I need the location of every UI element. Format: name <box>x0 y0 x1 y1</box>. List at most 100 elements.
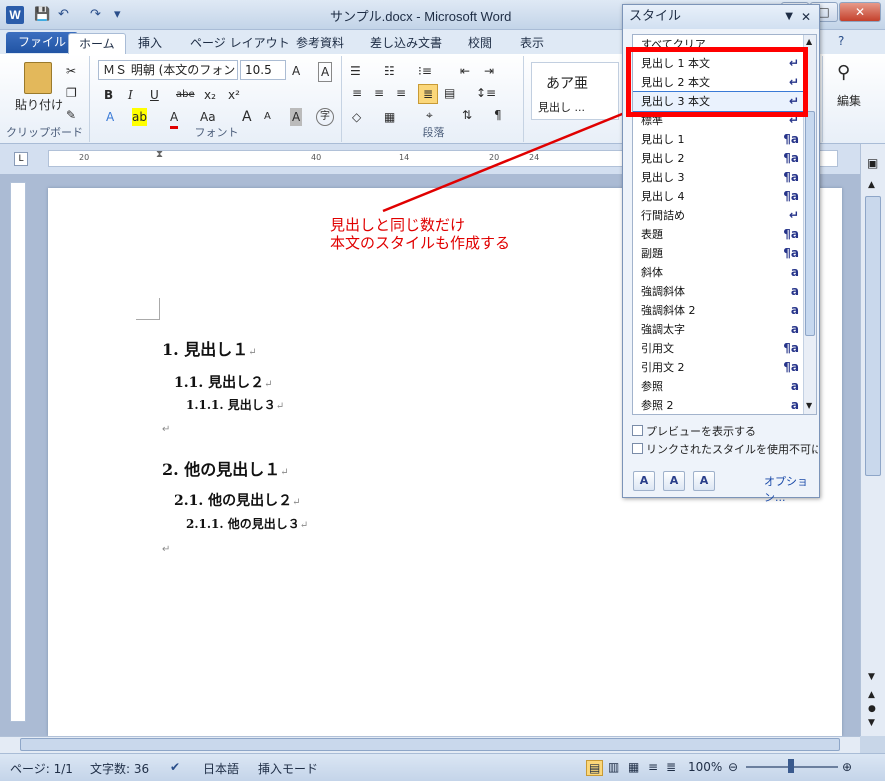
undo-icon[interactable]: ↶ <box>58 6 69 24</box>
tab-references[interactable]: 参考資料 <box>286 33 354 54</box>
style-item[interactable]: 強調太字 a <box>633 320 805 339</box>
style-item[interactable]: 行間詰め ↵ <box>633 206 805 225</box>
bullets-icon[interactable]: ☰ <box>350 62 361 80</box>
zoom-out-icon[interactable]: ⊖ <box>728 760 738 774</box>
word-app-icon[interactable]: W <box>6 6 24 24</box>
tab-selector-icon[interactable]: L <box>14 152 28 166</box>
subscript-button[interactable]: x₂ <box>204 86 216 104</box>
heading-2a[interactable]: 1.1. 見出し２↵ <box>174 372 273 392</box>
font-size-combo[interactable]: 10.5 <box>240 60 286 80</box>
style-item[interactable]: 副題 ¶a <box>633 244 805 263</box>
language[interactable]: 日本語 <box>203 760 239 777</box>
paste-button[interactable]: 貼り付け <box>14 96 64 114</box>
style-item[interactable]: 見出し 1 ¶a <box>633 130 805 149</box>
tab-mailings[interactable]: 差し込み文書 <box>360 33 452 54</box>
find-binoculars-icon[interactable]: ⚲ <box>837 64 850 82</box>
style-item[interactable]: 強調斜体 2 a <box>633 301 805 320</box>
disable-linked-checkbox[interactable]: リンクされたスタイルを使用不可にする <box>632 443 818 457</box>
scroll-thumb[interactable] <box>865 196 881 476</box>
copy-icon[interactable]: ❐ <box>66 84 77 102</box>
zoom-level[interactable]: 100% <box>688 760 722 774</box>
vertical-scrollbar[interactable]: ▣ ▲ ▼ ▲ ● ▼ <box>860 144 885 736</box>
print-layout-icon[interactable]: ▤ <box>586 760 604 776</box>
underline-button[interactable]: U <box>150 86 159 104</box>
checkbox-icon[interactable] <box>632 443 643 454</box>
h-scroll-thumb[interactable] <box>20 738 840 751</box>
redo-icon[interactable]: ↷ <box>90 6 101 24</box>
italic-button[interactable]: I <box>128 86 133 104</box>
style-inspector-icon[interactable]: A <box>663 471 685 491</box>
bold-button[interactable]: B <box>104 86 113 104</box>
strikethrough-button[interactable]: abe <box>176 86 195 104</box>
justify-icon[interactable]: ≣ <box>418 84 438 104</box>
heading-3a[interactable]: 1.1.1. 見出し３↵ <box>186 396 284 413</box>
increase-indent-icon[interactable]: ⇥ <box>484 62 494 80</box>
heading-3b[interactable]: 2.1.1. 他の見出し３↵ <box>186 515 308 532</box>
show-preview-checkbox[interactable]: プレビューを表示する <box>632 425 756 439</box>
asian-layout-icon[interactable]: ⌖ <box>426 106 433 124</box>
word-count[interactable]: 文字数: 36 <box>90 760 149 777</box>
prev-page-icon[interactable]: ▲ <box>868 690 875 700</box>
page-count[interactable]: ページ: 1/1 <box>10 760 73 777</box>
pane-menu-icon[interactable]: ▼ <box>785 5 793 29</box>
line-spacing-icon[interactable]: ↕≡ <box>476 84 496 102</box>
style-item[interactable]: 強調斜体 a <box>633 282 805 301</box>
style-item[interactable]: 参照 a <box>633 377 805 396</box>
clear-format-icon[interactable]: A <box>318 62 333 82</box>
zoom-slider-thumb[interactable] <box>788 759 794 773</box>
style-item[interactable]: 参照 2 a <box>633 396 805 414</box>
proofing-icon[interactable]: ✔ <box>170 760 180 774</box>
superscript-button[interactable]: x² <box>228 86 240 104</box>
distributed-icon[interactable]: ▤ <box>444 84 455 102</box>
heading-1b[interactable]: 2. 他の見出し１↵ <box>162 456 289 480</box>
horizontal-scrollbar[interactable] <box>0 736 860 753</box>
grow-font-icon[interactable]: A <box>292 62 300 80</box>
editing-button[interactable]: 編集 <box>827 92 871 110</box>
draft-icon[interactable]: ≣ <box>666 760 676 774</box>
indent-marker-icon[interactable]: ⧗ <box>156 149 163 160</box>
quick-style-gallery[interactable]: あア亜 見出し ... <box>531 62 619 120</box>
styles-list-scroll-thumb[interactable] <box>805 111 815 336</box>
multilevel-list-icon[interactable]: ⁝≡ <box>418 62 432 80</box>
list-scroll-down-icon[interactable]: ▼ <box>806 401 812 410</box>
heading-1a[interactable]: 1. 見出し１↵ <box>162 336 257 360</box>
insert-mode[interactable]: 挿入モード <box>258 760 318 777</box>
style-item[interactable]: 見出し 3 ¶a <box>633 168 805 187</box>
full-screen-icon[interactable]: ▥ <box>608 760 619 774</box>
ruler-toggle-icon[interactable]: ▣ <box>867 156 878 170</box>
scroll-down-icon[interactable]: ▼ <box>868 672 875 682</box>
show-marks-icon[interactable]: ¶ <box>494 106 502 124</box>
paste-icon[interactable] <box>24 62 52 94</box>
close-button[interactable]: ✕ <box>839 2 881 22</box>
numbering-icon[interactable]: ☷ <box>384 62 395 80</box>
scroll-up-icon[interactable]: ▲ <box>868 180 875 190</box>
tab-review[interactable]: 校閲 <box>458 33 502 54</box>
style-item[interactable]: 引用文 ¶a <box>633 339 805 358</box>
style-item[interactable]: 見出し 4 ¶a <box>633 187 805 206</box>
decrease-indent-icon[interactable]: ⇤ <box>460 62 470 80</box>
format-painter-icon[interactable]: ✎ <box>66 106 76 124</box>
new-style-icon[interactable]: A <box>633 471 655 491</box>
align-right-icon[interactable]: ≡ <box>396 84 406 102</box>
outline-icon[interactable]: ≡ <box>648 760 658 774</box>
align-center-icon[interactable]: ≡ <box>374 84 384 102</box>
font-name-combo[interactable]: ＭＳ 明朝 (本文のフォン <box>98 60 238 80</box>
tab-home[interactable]: ホーム <box>68 33 126 54</box>
checkbox-icon[interactable] <box>632 425 643 436</box>
style-item[interactable]: 表題 ¶a <box>633 225 805 244</box>
manage-styles-icon[interactable]: A <box>693 471 715 491</box>
next-page-icon[interactable]: ▼ <box>868 718 875 728</box>
style-item[interactable]: 見出し 2 ¶a <box>633 149 805 168</box>
web-layout-icon[interactable]: ▦ <box>628 760 639 774</box>
list-scroll-up-icon[interactable]: ▲ <box>806 37 812 46</box>
align-left-icon[interactable]: ≡ <box>352 84 362 102</box>
browse-object-icon[interactable]: ● <box>868 704 876 714</box>
cut-icon[interactable]: ✂ <box>66 62 76 80</box>
heading-2b[interactable]: 2.1. 他の見出し２↵ <box>174 490 301 510</box>
style-item[interactable]: 引用文 2 ¶a <box>633 358 805 377</box>
tab-insert[interactable]: 挿入 <box>128 33 172 54</box>
customize-qat-icon[interactable]: ▾ <box>114 6 121 24</box>
help-icon[interactable]: ? <box>838 34 844 48</box>
pane-close-icon[interactable]: ✕ <box>801 5 811 29</box>
zoom-in-icon[interactable]: ⊕ <box>842 760 852 774</box>
